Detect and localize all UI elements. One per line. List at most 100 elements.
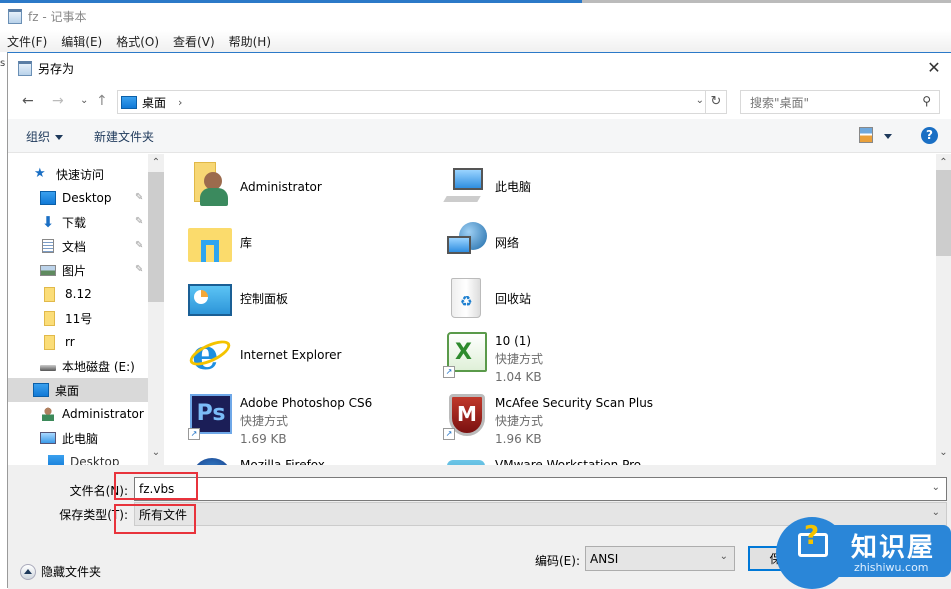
file-name: Mozilla Firefox <box>240 458 325 465</box>
organize-button[interactable]: 组织 <box>26 128 64 145</box>
scroll-up-icon[interactable]: ⌃ <box>936 157 951 168</box>
nav-this-pc[interactable]: 此电脑 <box>40 426 98 450</box>
file-item-administrator[interactable]: Administrator <box>188 162 322 210</box>
nav-desktop[interactable]: 桌面 <box>8 378 148 402</box>
shortcut-arrow-icon: ↗ <box>443 366 455 378</box>
forward-button[interactable]: → <box>52 93 64 109</box>
close-icon[interactable]: ✕ <box>925 59 943 77</box>
nav-folder-11[interactable]: 11号 <box>44 306 92 330</box>
question-icon: ? <box>804 521 820 551</box>
nav-label: Administrator <box>62 407 144 421</box>
menu-edit[interactable]: 编辑(E) <box>61 33 102 50</box>
command-toolbar: 组织 新建文件夹 ? <box>8 119 951 153</box>
refresh-button[interactable]: ↻ <box>705 91 726 113</box>
file-list-scrollbar[interactable]: ⌃ ⌄ <box>936 154 951 465</box>
nav-desktop-quick[interactable]: Desktop <box>40 186 112 210</box>
nav-label: 下载 <box>62 215 87 230</box>
file-item-this-pc[interactable]: 此电脑 <box>443 162 531 210</box>
up-button[interactable]: ↑ <box>96 93 108 109</box>
file-item-recycle-bin[interactable]: ♻ 回收站 <box>443 274 531 322</box>
chevron-down-icon[interactable]: ⌄ <box>720 551 728 562</box>
nav-downloads[interactable]: ⬇ 下载 <box>40 210 86 234</box>
breadcrumb-chevron-icon[interactable]: › <box>178 96 182 109</box>
view-options-icon[interactable] <box>859 127 873 143</box>
scroll-down-icon[interactable]: ⌄ <box>148 447 164 458</box>
nav-local-disk-e[interactable]: 本地磁盘 (E:) <box>40 354 135 378</box>
watermark-url: zhishiwu.com <box>854 561 929 574</box>
file-item-firefox[interactable]: Mozilla Firefox <box>188 454 325 465</box>
hide-folders-label: 隐藏文件夹 <box>41 565 102 579</box>
nav-documents[interactable]: 文档 <box>40 234 86 258</box>
pin-icon[interactable]: ✎ <box>135 192 143 203</box>
ie-icon: e <box>186 330 236 378</box>
address-bar[interactable]: 桌面 › ⌄ ↻ <box>117 90 727 114</box>
encoding-label: 编码(E): <box>535 554 580 568</box>
picture-icon <box>40 264 56 276</box>
file-name: Adobe Photoshop CS6 <box>240 396 373 410</box>
nav-label: Desktop <box>70 455 120 465</box>
chevron-down-icon[interactable]: ⌄ <box>696 95 704 106</box>
nav-administrator[interactable]: Administrator <box>40 402 144 426</box>
help-button[interactable]: ? <box>921 127 938 144</box>
new-folder-button[interactable]: 新建文件夹 <box>94 128 154 145</box>
nav-folder-rr[interactable]: rr <box>44 330 75 354</box>
star-icon: ★ <box>34 166 46 181</box>
back-button[interactable]: ← <box>22 93 34 109</box>
nav-label: 快速访问 <box>56 167 105 182</box>
file-item-mcafee[interactable]: M ↗ McAfee Security Scan Plus 快捷方式 1.96 KB <box>443 392 653 448</box>
download-icon: ⬇ <box>41 213 55 231</box>
scroll-up-icon[interactable]: ⌃ <box>148 157 164 168</box>
nav-label: 此电脑 <box>62 431 99 446</box>
search-icon[interactable]: ⚲ <box>922 94 931 108</box>
hide-folders-button[interactable]: 隐藏文件夹 <box>20 563 101 580</box>
library-icon <box>188 218 236 266</box>
menu-file[interactable]: 文件(F) <box>7 33 47 50</box>
scroll-down-icon[interactable]: ⌄ <box>936 447 951 458</box>
view-caret-icon[interactable] <box>884 134 892 139</box>
desktop-icon <box>121 95 137 109</box>
menu-help[interactable]: 帮助(H) <box>229 33 271 50</box>
file-item-internet-explorer[interactable]: e Internet Explorer <box>186 330 341 378</box>
file-item-photoshop[interactable]: Ps ↗ Adobe Photoshop CS6 快捷方式 1.69 KB <box>188 392 372 448</box>
nav-label: 8.12 <box>65 287 92 301</box>
breadcrumb-desktop[interactable]: 桌面 <box>142 94 166 111</box>
nav-label: 本地磁盘 (E:) <box>62 359 135 374</box>
search-input[interactable]: 搜索"桌面" ⚲ <box>740 90 940 114</box>
encoding-value: ANSI <box>590 551 619 566</box>
file-item-vmware[interactable]: VMware Workstation Pro <box>443 454 641 465</box>
file-item-10-1[interactable]: X ↗ 10 (1) 快捷方式 1.04 KB <box>443 330 543 386</box>
collapse-up-icon <box>20 563 36 580</box>
vmware-icon <box>443 454 491 465</box>
shortcut-arrow-icon: ↗ <box>443 428 455 440</box>
menu-format[interactable]: 格式(O) <box>116 33 159 50</box>
notepad-icon <box>8 9 22 24</box>
notepad-icon <box>18 60 32 76</box>
nav-quick-access[interactable]: ★ 快速访问 <box>34 162 104 186</box>
chevron-down-icon[interactable]: ⌄ <box>932 482 940 493</box>
file-name: 控制面板 <box>240 292 289 306</box>
nav-desktop-pc[interactable]: Desktop <box>48 450 120 465</box>
recent-locations-button[interactable]: ⌄ <box>80 95 88 106</box>
pin-icon[interactable]: ✎ <box>135 240 143 251</box>
scrollbar-thumb[interactable] <box>148 172 164 302</box>
folder-icon <box>44 286 55 302</box>
file-item-libraries[interactable]: 库 <box>188 218 252 266</box>
photoshop-icon: Ps ↗ <box>188 392 236 440</box>
filename-input[interactable]: fz.vbs ⌄ <box>134 477 947 501</box>
menu-view[interactable]: 查看(V) <box>173 33 215 50</box>
nav-pictures[interactable]: 图片 <box>40 258 86 282</box>
nav-folder-8-12[interactable]: 8.12 <box>44 282 92 306</box>
file-item-network[interactable]: 网络 <box>443 218 519 266</box>
encoding-select[interactable]: ANSI ⌄ <box>585 546 735 571</box>
nav-label: 图片 <box>62 263 87 278</box>
file-item-control-panel[interactable]: 控制面板 <box>188 274 288 322</box>
nav-label: rr <box>65 335 75 349</box>
highlight-filename <box>114 472 198 500</box>
nav-pane-scrollbar[interactable]: ⌃ ⌄ <box>148 154 164 465</box>
control-panel-icon <box>188 274 236 322</box>
pin-icon[interactable]: ✎ <box>135 216 143 227</box>
pin-icon[interactable]: ✎ <box>135 264 143 275</box>
file-name: 库 <box>240 236 253 250</box>
scrollbar-thumb[interactable] <box>936 170 951 256</box>
nav-label: Desktop <box>62 191 112 205</box>
